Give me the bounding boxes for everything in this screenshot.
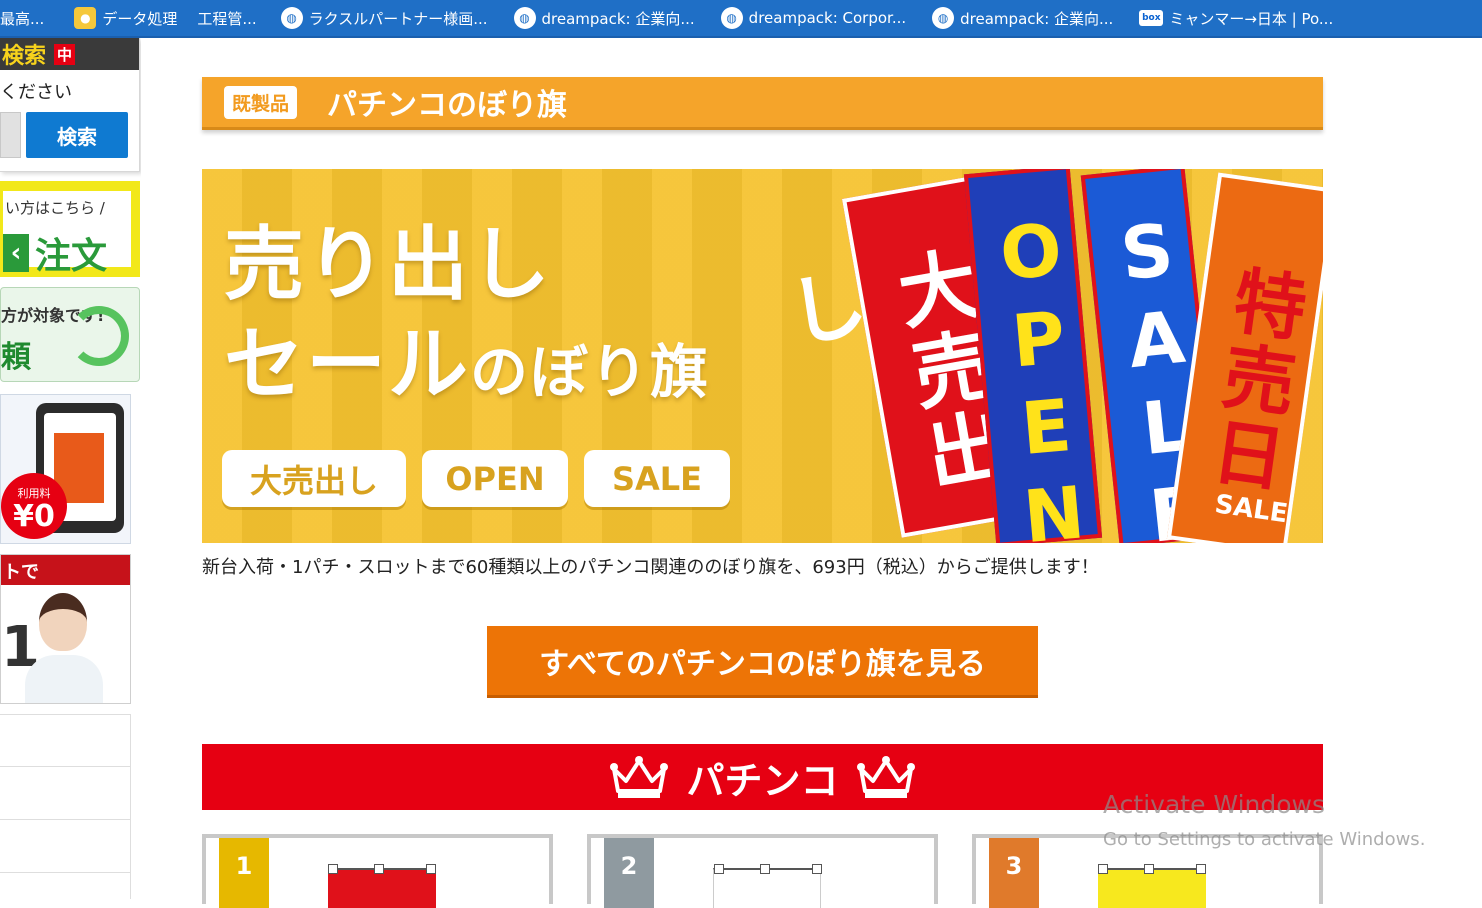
watermark-line2: Go to Settings to activate Windows. — [1103, 829, 1426, 850]
globe-icon: ◍ — [513, 7, 536, 29]
sidebar-list — [0, 714, 131, 899]
hero-pills: 大売出し OPEN SALE — [222, 450, 746, 507]
view-all-button[interactable]: すべてのパチンコのぼり旗を見る — [487, 626, 1038, 698]
globe-icon: ◍ — [932, 7, 955, 29]
description-text: 新台入荷・1パチ・スロットまで60種類以上のパチンコ関連ののぼり旗を、693円（… — [202, 557, 1099, 578]
bookmark-1[interactable]: 最高... — [0, 0, 54, 36]
hero-pill-3: SALE — [584, 450, 730, 507]
bookmark-label: 工程管... — [197, 9, 257, 28]
hero-banner[interactable]: 売り出し セールのぼり旗 大売出し OPEN SALE 大売出し OPEN SA… — [202, 169, 1323, 543]
sidebar: 検索 中 ください 検索 い方はこちら / ‹ 注文 方が対象です! 頼 利用料… — [0, 38, 141, 899]
main-content: 既製品 パチンコのぼり旗 売り出し セールのぼり旗 大売出し OPEN SALE… — [202, 38, 1323, 908]
bookmark-6[interactable]: ◍ dreampack: Corpor... — [705, 0, 916, 36]
crown-icon — [610, 755, 669, 799]
sidebar-search-heading: 検索 中 — [0, 38, 139, 70]
staff-banner-top: トで — [1, 555, 130, 585]
rank-badge-1: 1 — [219, 838, 269, 908]
chevron-right-icon: ‹ — [3, 234, 29, 272]
sidebar-list-item[interactable] — [0, 820, 131, 873]
bookmark-label: ラクスルパートナー様画... — [308, 9, 488, 28]
hero-line1: 売り出し — [224, 218, 552, 311]
request-banner[interactable]: 方が対象です! 頼 — [0, 287, 140, 382]
bookmark-3[interactable]: 工程管... — [187, 0, 266, 36]
fee-value: ¥0 — [13, 499, 55, 534]
sidebar-search-box: 検索 中 ください 検索 — [0, 38, 140, 172]
bulb-icon: ● — [74, 7, 97, 29]
search-button[interactable]: 検索 — [26, 112, 128, 158]
bookmark-7[interactable]: ◍ dreampack: 企業向... — [916, 0, 1123, 36]
watermark-line1: Activate Windows — [1103, 790, 1325, 819]
order-banner-big-text: 注文 — [35, 236, 108, 277]
free-fee-badge: 利用料 ¥0 — [1, 473, 67, 539]
ranking-card-2[interactable]: 2 — [587, 834, 938, 908]
order-banner[interactable]: い方はこちら / ‹ 注文 — [0, 181, 140, 277]
product-thumbnail — [328, 864, 436, 908]
sidebar-list-item[interactable] — [0, 714, 131, 767]
hero-pill-2: OPEN — [422, 450, 568, 507]
order-banner-big: ‹ 注文 — [3, 227, 107, 277]
bookmark-label: dreampack: 企業向... — [541, 9, 695, 28]
bookmark-label: 最高... — [0, 9, 45, 28]
hero-line2: セールのぼり旗 — [224, 315, 710, 422]
box-icon: box — [1139, 10, 1164, 26]
hero-line2-sub: のぼり旗 — [470, 338, 711, 406]
sidebar-list-item[interactable] — [0, 767, 131, 820]
rank-badge-2: 2 — [604, 838, 654, 908]
crown-icon — [856, 755, 915, 799]
sidebar-list-item[interactable] — [0, 873, 131, 899]
ranking-title: パチンコ — [686, 758, 839, 803]
rank-badge-3: 3 — [989, 838, 1039, 908]
bookmark-label: データ処理 — [102, 9, 178, 28]
search-badge: 中 — [54, 43, 76, 65]
staff-banner[interactable]: トで 1 — [0, 554, 131, 704]
bookmark-8[interactable]: box ミャンマー→日本 | Po... — [1123, 0, 1343, 36]
globe-icon: ◍ — [280, 7, 303, 29]
hero-headline: 売り出し セールのぼり旗 — [224, 215, 710, 422]
bookmark-label: ミャンマー→日本 | Po... — [1169, 9, 1334, 28]
fee-label: 利用料 — [17, 487, 51, 500]
bookmarks-bar: 最高... ● データ処理 工程管... ◍ ラクスルパートナー様画... ◍ … — [0, 0, 1482, 38]
staff-photo — [21, 583, 105, 703]
hero-line2-main: セール — [224, 318, 470, 411]
app-banner[interactable]: 利用料 ¥0 — [0, 394, 131, 544]
product-thumbnail — [713, 864, 822, 908]
hero-pill-1: 大売出し — [222, 450, 406, 507]
bookmark-4[interactable]: ◍ ラクスルパートナー様画... — [267, 0, 498, 36]
bookmark-label: dreampack: Corpor... — [748, 9, 907, 27]
ranking-card-1[interactable]: 1 — [202, 834, 553, 908]
search-heading-text: 検索 — [2, 44, 47, 69]
page-title-bar: 既製品 パチンコのぼり旗 — [202, 77, 1323, 130]
globe-icon: ◍ — [720, 7, 743, 29]
page-title: パチンコのぼり旗 — [327, 88, 568, 123]
windows-activation-watermark: Activate Windows Go to Settings to activ… — [1103, 790, 1425, 850]
bookmark-label: dreampack: 企業向... — [960, 9, 1114, 28]
search-input[interactable] — [0, 112, 21, 158]
bookmark-2[interactable]: ● データ処理 — [54, 0, 187, 36]
product-thumbnail — [1098, 864, 1206, 908]
recycle-icon — [69, 306, 129, 366]
ready-made-badge: 既製品 — [224, 85, 298, 119]
search-subtext: ください — [0, 82, 72, 103]
bookmark-5[interactable]: ◍ dreampack: 企業向... — [498, 0, 705, 36]
order-banner-inner: い方はこちら / ‹ 注文 — [0, 188, 134, 277]
order-banner-text: い方はこちら / — [5, 199, 105, 217]
